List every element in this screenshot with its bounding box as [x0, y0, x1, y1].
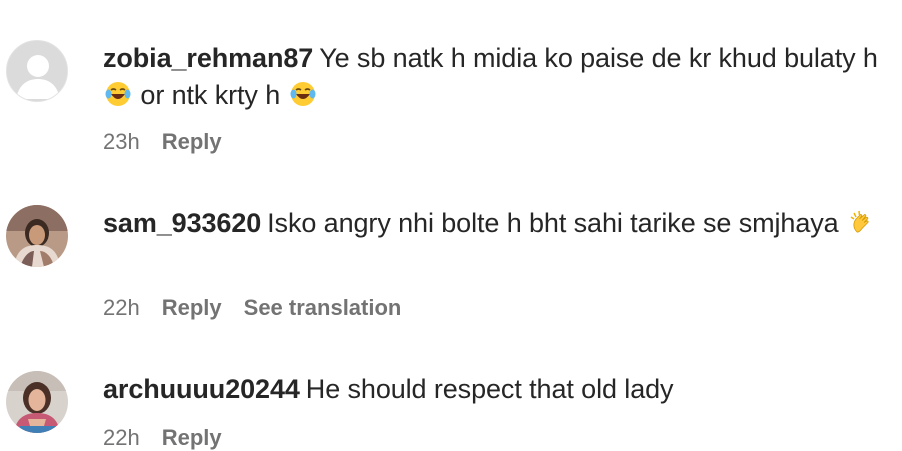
avatar[interactable] — [6, 371, 68, 433]
user-photo-icon — [6, 205, 68, 267]
comment-timestamp[interactable]: 22h — [103, 425, 140, 450]
comment-text: archuuuu20244 He should respect that old … — [103, 371, 883, 408]
comment-text-part: or ntk krty h — [140, 80, 281, 110]
comment-meta: 22h Reply See translation — [103, 295, 423, 321]
face-with-tears-of-joy-icon — [289, 80, 317, 118]
default-avatar-icon — [7, 41, 67, 101]
reply-button[interactable]: Reply — [162, 129, 222, 154]
reply-button[interactable]: Reply — [162, 425, 222, 450]
comment-text-part: He should respect that old lady — [305, 374, 674, 404]
face-with-tears-of-joy-icon — [104, 80, 132, 118]
comment-username[interactable]: sam_933620 — [103, 208, 261, 238]
comment-text-part: Ye sb natk h midia ko paise de kr khud b… — [319, 43, 878, 73]
clapping-hands-icon — [847, 208, 875, 246]
reply-button[interactable]: Reply — [162, 295, 222, 320]
comment-timestamp[interactable]: 23h — [103, 129, 140, 154]
avatar[interactable] — [6, 40, 68, 102]
comment-text: sam_933620 Isko angry nhi bolte h bht sah… — [103, 205, 883, 246]
comment-meta: 22h Reply — [103, 425, 244, 451]
comment-meta: 23h Reply — [103, 129, 244, 155]
user-photo-icon — [6, 371, 68, 433]
avatar[interactable] — [6, 205, 68, 267]
comment-timestamp[interactable]: 22h — [103, 295, 140, 320]
comment-text: zobia_rehman87 Ye sb natk h midia ko pais… — [103, 40, 883, 118]
comment-username[interactable]: archuuuu20244 — [103, 374, 300, 404]
comment-text-part: Isko angry nhi bolte h bht sahi tarike s… — [267, 208, 839, 238]
comment-username[interactable]: zobia_rehman87 — [103, 43, 313, 73]
see-translation-button[interactable]: See translation — [244, 295, 402, 320]
